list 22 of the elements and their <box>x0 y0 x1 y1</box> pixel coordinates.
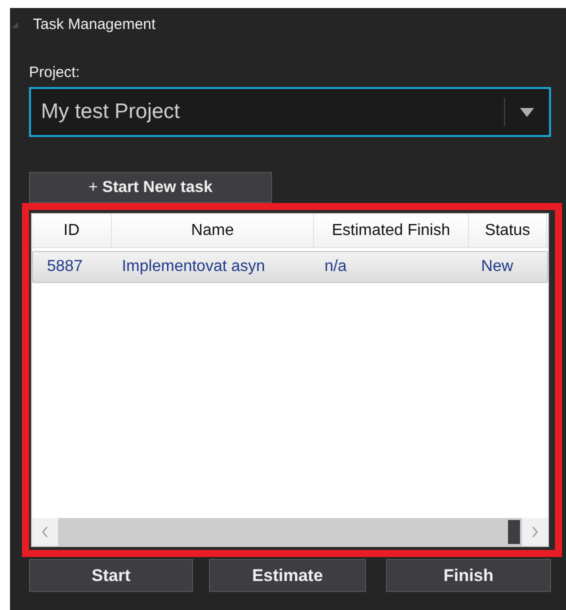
scroll-right-icon[interactable] <box>531 526 539 538</box>
column-header[interactable]: Status <box>469 214 547 247</box>
finish-button[interactable]: Finish <box>386 559 551 592</box>
column-header[interactable]: Estimated Finish <box>314 214 469 247</box>
collapse-icon[interactable] <box>12 22 18 28</box>
project-label: Project: <box>29 64 80 81</box>
table-cell-text: 5887 <box>46 258 84 276</box>
table-cell-text: n/a <box>323 258 348 276</box>
horizontal-scrollbar[interactable] <box>32 518 548 546</box>
column-header[interactable]: ID <box>32 214 112 247</box>
table-cell-text: New <box>480 258 514 276</box>
start-button[interactable]: Start <box>29 559 193 592</box>
caret-icon <box>520 108 534 116</box>
task-row[interactable]: 5887 Implementovat asyn n/a New <box>32 251 548 283</box>
start-new-task-button[interactable]: + Start New task <box>29 172 272 203</box>
table-cell-text: Implementovat asyn <box>120 258 266 276</box>
column-header[interactable]: Name <box>112 214 314 247</box>
panel-title: Task Management <box>33 16 156 32</box>
project-dropdown[interactable]: My test Project <box>29 87 551 137</box>
estimate-button[interactable]: Estimate <box>209 559 366 592</box>
scroll-thumb[interactable] <box>508 520 520 544</box>
scroll-left-icon[interactable] <box>41 526 49 538</box>
